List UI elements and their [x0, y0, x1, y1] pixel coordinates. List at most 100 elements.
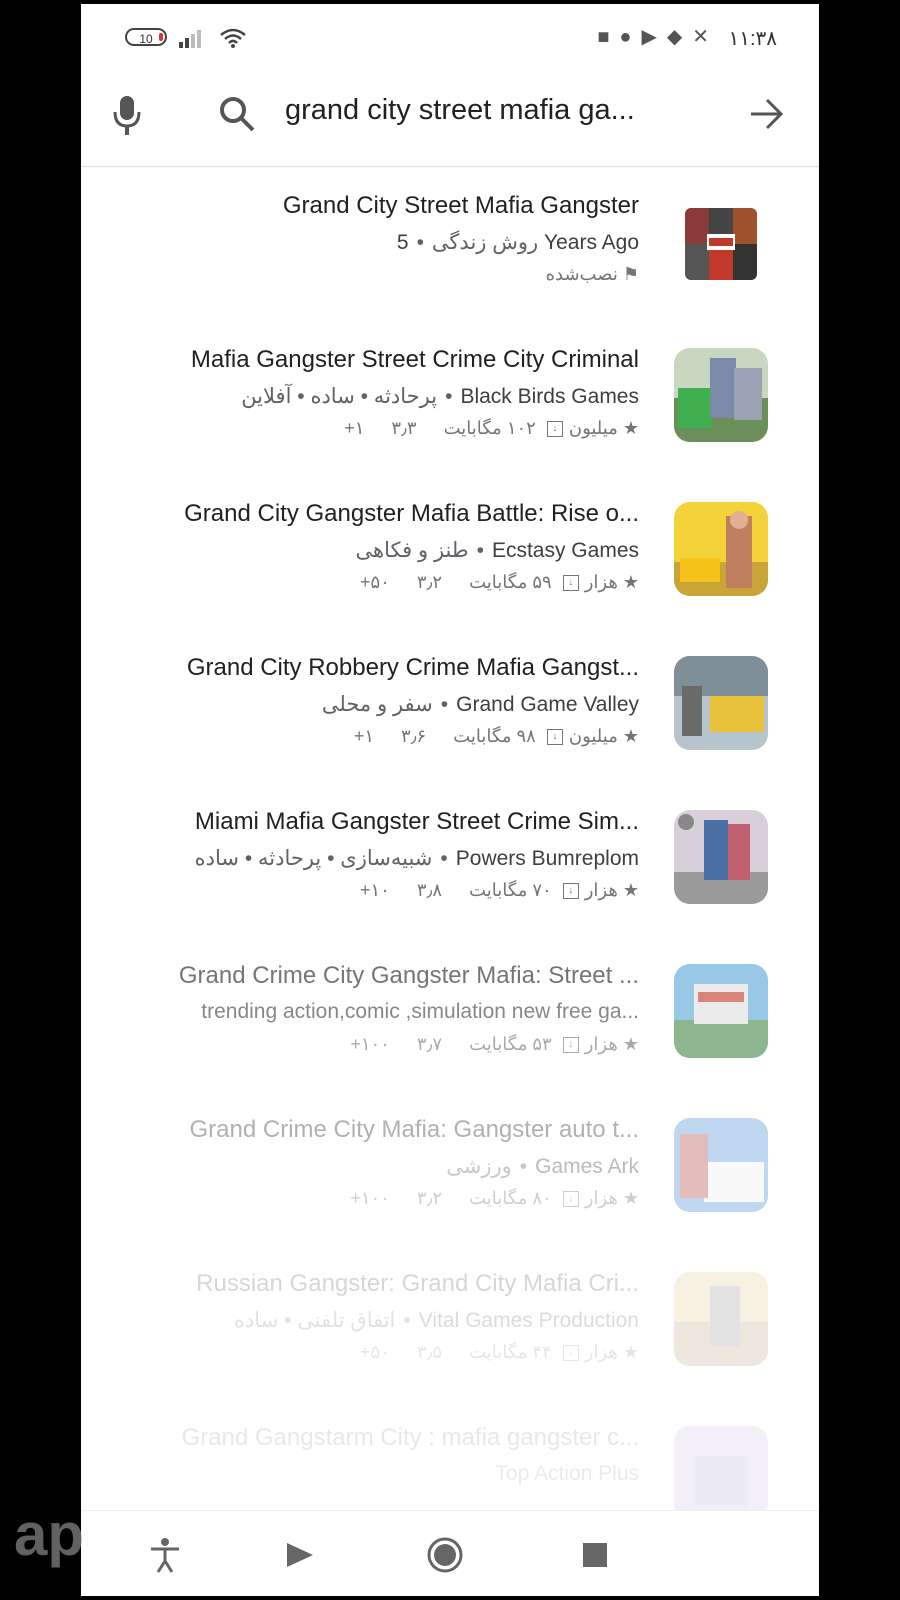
app-meta: روش زندگی•5 Years Ago — [396, 231, 639, 254]
app-icon — [685, 208, 757, 280]
app-title: Grand City Street Mafia Gangster — [282, 192, 639, 219]
app-rating: ۳٫۲ — [416, 572, 443, 592]
star-icon: ★ — [622, 726, 639, 746]
app-stats: +۱۰۰ هزار↓ ۵۳ مگابایت ۳٫۷ ★ — [350, 1034, 639, 1055]
watermark-text: ap — [14, 1501, 85, 1568]
app-stats: +۱ میلیون↓ ۱۰۲ مگابایت ۳٫۳ ★ — [344, 418, 639, 439]
app-developer: Black Birds Games — [460, 385, 639, 408]
app-stats: +۵۰ هزار↓ ۴۴ مگابایت ۳٫۵ ★ — [360, 1342, 639, 1363]
app-icon — [674, 1426, 768, 1520]
back-icon[interactable] — [279, 1535, 319, 1575]
app-icon — [674, 348, 768, 442]
arrow-right-icon[interactable] — [747, 96, 787, 132]
app-icon — [674, 1118, 768, 1212]
star-icon: ★ — [622, 418, 639, 438]
app-icon — [674, 964, 768, 1058]
star-icon: ★ — [622, 880, 639, 900]
app-size: ۵۹ مگابایت — [469, 572, 552, 592]
app-meta: سفر و محلی • Grand Game Valley — [321, 693, 639, 716]
app-stats: +۱ میلیون↓ ۹۸ مگابایت ۳٫۶ ★ — [354, 726, 639, 747]
app-meta: Top Action Plus — [495, 1462, 639, 1486]
app-title: Grand Gangstarm City : mafia gangster c.… — [181, 1424, 639, 1451]
download-icon: ↓ — [562, 1345, 579, 1362]
clock: ١١:٣٨ — [728, 28, 777, 50]
app-rating: ۳٫۶ — [401, 726, 427, 746]
signal-icon — [179, 30, 201, 48]
app-stats: +۵۰ هزار↓ ۵۹ مگابایت ۳٫۲ ★ — [360, 572, 639, 593]
list-item[interactable]: Grand Crime City Gangster Mafia: Street … — [81, 936, 819, 1090]
app-title: Russian Gangster: Grand City Mafia Cri..… — [196, 1270, 639, 1297]
app-rating: ۳٫۲ — [416, 1188, 443, 1208]
status-bar: 10 ■●▶◆✕ ١١:٣٨ — [81, 4, 819, 70]
app-rating: ۳٫۵ — [416, 1342, 443, 1362]
list-item[interactable]: Grand City Street Mafia Gangster روش زند… — [81, 166, 819, 320]
wifi-icon — [220, 28, 246, 48]
app-title: Mafia Gangster Street Crime City Crimina… — [190, 346, 639, 373]
app-icon — [674, 502, 768, 596]
battery-icon: 10 — [125, 28, 167, 46]
app-meta: اتفاق تلفنی • ساده • Vital Games Productio… — [233, 1309, 639, 1332]
download-icon: ↓ — [562, 883, 579, 900]
app-stats: +۱۰۰ هزار↓ ۸۰ مگابایت ۳٫۲ ★ — [350, 1188, 639, 1209]
app-icon — [674, 656, 768, 750]
download-icon: ↓ — [562, 575, 579, 592]
list-item[interactable]: Mafia Gangster Street Crime City Crimina… — [81, 320, 819, 474]
download-icon: ↓ — [546, 729, 563, 746]
phone-screen: 10 ■●▶◆✕ ١١:٣٨ grand city street mafia g… — [81, 4, 819, 1596]
app-size: ۹۸ مگابایت — [453, 726, 536, 746]
app-category: شبیه‌سازی • پرحادثه • ساده — [194, 847, 433, 870]
navigation-bar — [81, 1510, 819, 1596]
star-icon: ★ — [622, 1034, 639, 1054]
app-developer: Vital Games Production — [418, 1309, 639, 1332]
app-title: Miami Mafia Gangster Street Crime Sim... — [194, 808, 639, 835]
app-rating: ۳٫۳ — [391, 418, 417, 438]
download-icon: ↓ — [562, 1037, 579, 1054]
app-category: پرحادثه • ساده • آفلاین — [241, 385, 438, 408]
app-meta: طنز و فکاهی • Ecstasy Games — [355, 539, 639, 562]
list-item[interactable]: Russian Gangster: Grand City Mafia Cri..… — [81, 1244, 819, 1398]
app-size: ۸۰ مگابایت — [469, 1188, 552, 1208]
app-size: ۱۰۲ مگابایت — [443, 418, 536, 438]
app-developer: Grand Game Valley — [456, 693, 639, 716]
star-icon: ★ — [622, 572, 639, 592]
app-developer: Powers Bumreplom — [455, 847, 639, 870]
app-size: ۷۰ مگابایت — [469, 880, 552, 900]
list-item[interactable]: Miami Mafia Gangster Street Crime Sim...… — [81, 782, 819, 936]
app-category: روش زندگی — [431, 231, 539, 254]
download-icon: ↓ — [562, 1191, 579, 1208]
app-size: ۵۳ مگابایت — [469, 1034, 552, 1054]
installed-icon: ⚑ — [622, 264, 639, 284]
list-item[interactable]: Grand Crime City Mafia: Gangster auto t.… — [81, 1090, 819, 1244]
search-icon — [220, 97, 255, 132]
app-size: ۴۴ مگابایت — [469, 1342, 552, 1362]
app-developer: Games Ark — [535, 1155, 639, 1178]
app-title: Grand City Gangster Mafia Battle: Rise o… — [184, 500, 639, 527]
recents-icon[interactable] — [575, 1535, 615, 1575]
app-title: Grand Crime City Gangster Mafia: Street … — [178, 962, 639, 989]
star-icon: ★ — [622, 1188, 639, 1208]
app-developer: Top Action Plus — [495, 1462, 639, 1485]
app-meta: trending action,comic ,simulation new fr… — [201, 1000, 639, 1024]
app-icon — [674, 810, 768, 904]
list-item[interactable]: Grand City Gangster Mafia Battle: Rise o… — [81, 474, 819, 628]
app-category: ورزشی — [446, 1155, 512, 1178]
app-meta: ورزشی • Games Ark — [446, 1155, 639, 1178]
search-bar[interactable]: grand city street mafia ga... — [81, 70, 819, 167]
app-developer: Ecstasy Games — [491, 539, 639, 562]
app-icon — [674, 1272, 768, 1366]
app-rating: ۳٫۷ — [416, 1034, 443, 1054]
app-title: Grand Crime City Mafia: Gangster auto t.… — [189, 1116, 640, 1143]
home-icon[interactable] — [425, 1535, 465, 1575]
search-input[interactable]: grand city street mafia ga... — [285, 94, 635, 127]
results-list: Grand City Street Mafia Gangster روش زند… — [81, 166, 819, 1552]
app-meta: پرحادثه • ساده • آفلاین • Black Birds Game… — [241, 385, 639, 408]
notification-icons: ■●▶◆✕ — [597, 26, 719, 48]
accessibility-icon[interactable] — [145, 1535, 185, 1575]
installed-badge: نصب‌شده ⚑ — [545, 264, 639, 284]
microphone-icon[interactable] — [109, 90, 145, 140]
app-developer: trending action,comic ,simulation new fr… — [201, 1000, 639, 1023]
download-icon: ↓ — [546, 421, 563, 438]
list-item[interactable]: Grand City Robbery Crime Mafia Gangst...… — [81, 628, 819, 782]
app-category: اتفاق تلفنی • ساده — [233, 1309, 396, 1332]
app-category: سفر و محلی — [321, 693, 433, 716]
